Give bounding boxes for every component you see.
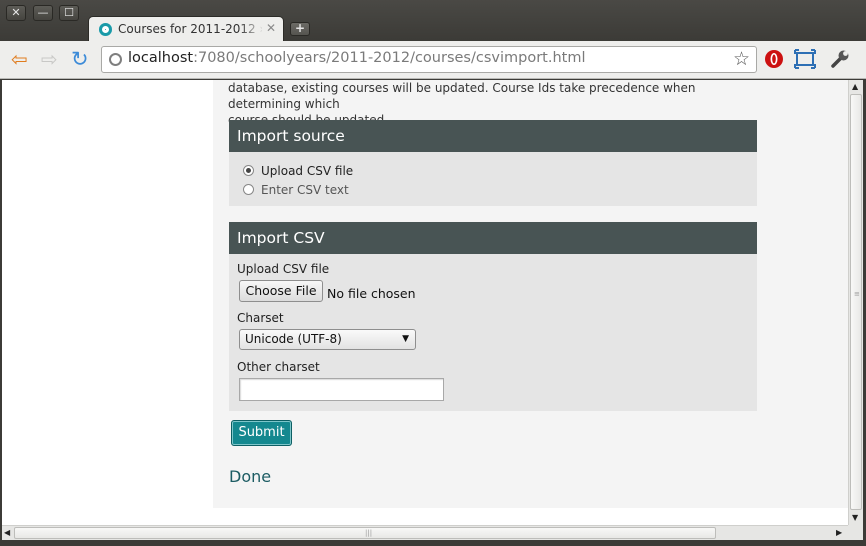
- window-maximize-button[interactable]: ☐: [59, 5, 79, 21]
- page-viewport: ........................................…: [2, 80, 848, 525]
- scroll-right-icon[interactable]: ▶: [836, 528, 842, 537]
- other-charset-input[interactable]: [239, 378, 444, 401]
- opera-icon[interactable]: [764, 49, 784, 69]
- main-content: ........................................…: [213, 80, 848, 508]
- charset-select[interactable]: Unicode (UTF-8) ▼: [239, 329, 416, 350]
- choose-file-button[interactable]: Choose File: [239, 280, 323, 302]
- url-host: localhost: [128, 50, 194, 66]
- reload-button[interactable]: ↻: [71, 49, 89, 70]
- other-charset-label: Other charset: [237, 360, 320, 374]
- browser-toolbar: ⇦ ⇨ ↻ localhost:7080/schoolyears/2011-20…: [0, 41, 866, 79]
- vertical-scroll-thumb[interactable]: ≡: [850, 94, 862, 510]
- charset-selected-value: Unicode (UTF-8): [245, 332, 342, 346]
- close-icon: ✕: [11, 6, 21, 19]
- minimize-icon: —: [37, 6, 49, 19]
- scroll-left-icon[interactable]: ◀: [4, 528, 10, 537]
- submit-button[interactable]: Submit: [231, 420, 292, 446]
- vertical-scrollbar[interactable]: ▲ ≡ ▼: [848, 80, 863, 526]
- plus-icon: +: [294, 21, 306, 35]
- window-close-button[interactable]: ✕: [6, 5, 26, 21]
- done-link[interactable]: Done: [229, 467, 271, 486]
- import-csv-panel: Import CSV Upload CSV file Choose File N…: [229, 222, 757, 411]
- scroll-down-icon[interactable]: ▼: [852, 513, 858, 522]
- charset-label: Charset: [237, 311, 284, 325]
- fullscreen-icon[interactable]: [794, 49, 816, 69]
- tab-title-fade: [239, 19, 265, 39]
- radio-upload-label: Upload CSV file: [261, 164, 354, 178]
- radio-unchecked-icon[interactable]: [243, 184, 254, 195]
- tab-close-icon[interactable]: ✕: [266, 21, 276, 35]
- browser-tab[interactable]: Courses for 2011-2012 » Ir ✕: [88, 16, 284, 42]
- dropdown-arrow-icon: ▼: [402, 334, 409, 344]
- bookmark-star-icon[interactable]: ☆: [733, 48, 750, 70]
- horizontal-scrollbar[interactable]: ◀ ||| ▶: [2, 525, 848, 540]
- no-file-text: No file chosen: [327, 286, 416, 301]
- radio-checked-icon[interactable]: [243, 165, 254, 176]
- radio-enter-label: Enter CSV text: [261, 183, 349, 197]
- new-tab-button[interactable]: +: [290, 22, 310, 36]
- window-titlebar: ✕ — ☐ Courses for 2011-2012 » Ir ✕ +: [0, 0, 866, 42]
- window-minimize-button[interactable]: —: [33, 5, 53, 21]
- radio-upload-csv[interactable]: Upload CSV file: [243, 164, 353, 178]
- upload-csv-label: Upload CSV file: [237, 262, 330, 276]
- grip-icon: ≡: [854, 290, 860, 298]
- radio-enter-text[interactable]: Enter CSV text: [243, 183, 349, 197]
- import-source-panel: Import source Upload CSV file Enter CSV …: [229, 120, 757, 206]
- horizontal-scroll-thumb[interactable]: |||: [14, 527, 716, 539]
- url-path: :7080/schoolyears/2011-2012/courses/csvi…: [193, 50, 586, 66]
- scrollbar-corner: [848, 525, 863, 540]
- address-bar[interactable]: localhost:7080/schoolyears/2011-2012/cou…: [101, 46, 757, 73]
- globe-icon: [109, 53, 122, 66]
- wrench-icon[interactable]: [830, 49, 850, 69]
- grip-icon: |||: [365, 529, 373, 537]
- url-text: localhost:7080/schoolyears/2011-2012/cou…: [128, 50, 586, 66]
- maximize-icon: ☐: [64, 6, 74, 19]
- import-source-heading: Import source: [229, 120, 757, 152]
- favicon-icon: [99, 23, 112, 36]
- forward-button[interactable]: ⇨: [41, 49, 58, 69]
- intro-line-1: database, existing courses will be updat…: [228, 81, 696, 111]
- scroll-up-icon[interactable]: ▲: [852, 82, 858, 91]
- import-csv-heading: Import CSV: [229, 222, 757, 254]
- back-button[interactable]: ⇦: [11, 49, 28, 69]
